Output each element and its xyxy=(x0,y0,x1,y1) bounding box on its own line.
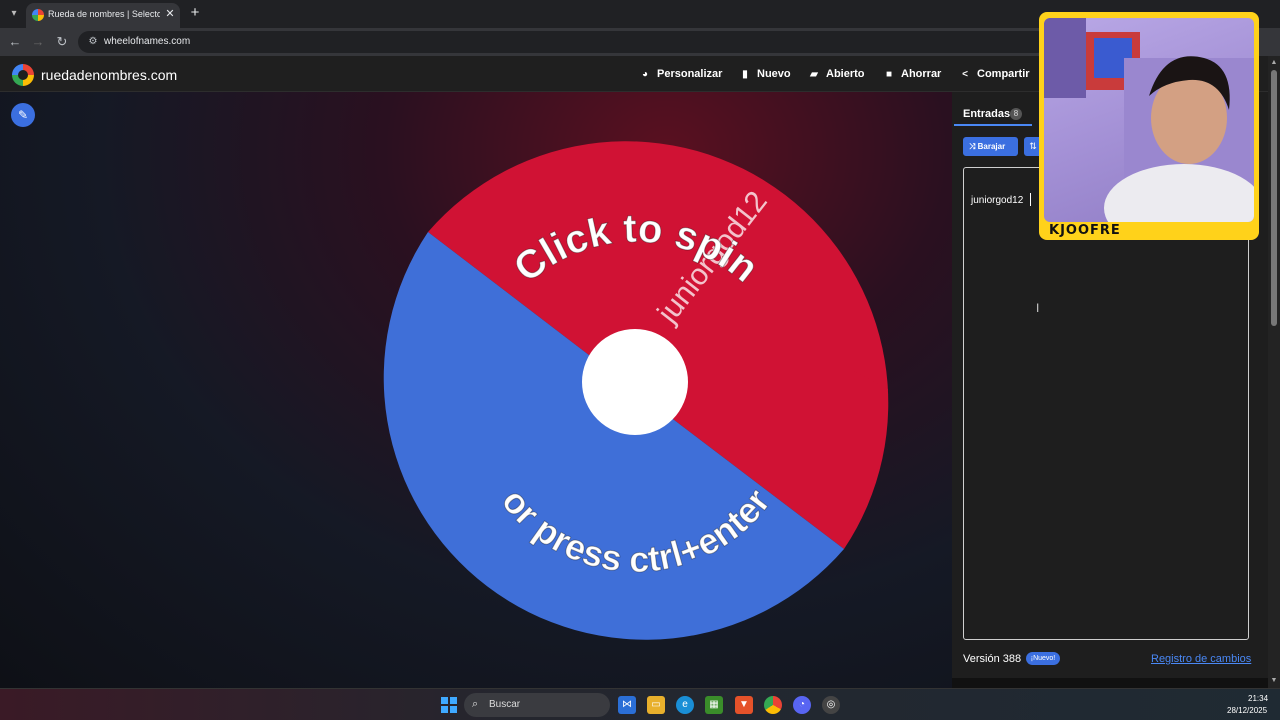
menu-label: Ahorrar xyxy=(901,68,942,80)
changelog-link[interactable]: Registro de cambios xyxy=(1151,653,1251,665)
search-placeholder: Buscar xyxy=(489,699,521,710)
taskbar-search[interactable]: ⌕ Buscar xyxy=(464,693,610,717)
brave-browser-icon[interactable]: ▼ xyxy=(735,696,753,714)
site-info-icon[interactable]: ⚙ xyxy=(86,35,100,49)
browser-tab[interactable]: Rueda de nombres | Selector de ✕ xyxy=(26,3,180,28)
edit-pencil-icon[interactable]: ✎ xyxy=(11,103,35,127)
windows-start-icon[interactable] xyxy=(440,696,458,714)
scroll-up-icon[interactable]: ▲ xyxy=(1270,59,1278,67)
chrome-browser-icon[interactable] xyxy=(764,696,782,714)
palette-icon: ◕ xyxy=(641,69,649,80)
ibeam-cursor-icon: I xyxy=(1036,301,1040,315)
folder-open-icon: ▰ xyxy=(810,69,818,80)
back-arrow-icon[interactable]: ← xyxy=(7,33,23,51)
entry-line: juniorgod12 xyxy=(971,195,1024,206)
clock-date[interactable]: 28/12/2025 xyxy=(1227,706,1267,715)
shuffle-label: Barajar xyxy=(977,142,1006,151)
clock-time[interactable]: 21:34 xyxy=(1248,694,1268,703)
wheel-stage: ✎ juniorgod12 Click to spin or press ctr… xyxy=(0,92,952,688)
menu-personalizar[interactable]: ◕ Personalizar xyxy=(638,68,722,82)
scroll-down-icon[interactable]: ▼ xyxy=(1270,677,1278,685)
tab-entradas[interactable]: Entradas xyxy=(963,108,1010,120)
minecraft-icon[interactable]: ▦ xyxy=(705,696,723,714)
os-taskbar: ⌕ Buscar ⋈ ▭ e ▦ ▼ ◔ ◎ 21:34 28/12/2025 xyxy=(0,688,1280,720)
new-tab-button[interactable]: + xyxy=(188,5,202,21)
tab-close-icon[interactable]: ✕ xyxy=(164,7,176,21)
text-caret xyxy=(1030,193,1031,206)
file-icon: ▮ xyxy=(742,69,748,80)
wheel-logo-icon[interactable] xyxy=(12,64,34,86)
forward-arrow-icon[interactable]: → xyxy=(30,33,46,51)
site-favicon-icon xyxy=(32,9,44,21)
save-icon: ■ xyxy=(885,69,893,80)
file-explorer-icon[interactable]: ▭ xyxy=(647,696,665,714)
menu-label: Compartir xyxy=(977,68,1030,80)
tab-search-chevron-icon[interactable]: ▾ xyxy=(6,6,22,22)
menu-compartir[interactable]: < Compartir xyxy=(958,68,1030,82)
menu-label: Personalizar xyxy=(657,68,723,80)
obs-icon[interactable]: ◎ xyxy=(822,696,840,714)
entries-count-badge: 8 xyxy=(1010,108,1022,120)
version-text: Versión 388 xyxy=(963,653,1022,665)
url-text: wheelofnames.com xyxy=(104,36,191,47)
spin-wheel[interactable]: juniorgod12 Click to spin or press ctrl+… xyxy=(366,121,906,661)
wheel-center-hub[interactable] xyxy=(582,329,688,435)
discord-icon[interactable]: ◔ xyxy=(793,696,811,714)
active-tab-indicator xyxy=(954,124,1032,126)
menu-label: Abierto xyxy=(826,68,865,80)
shuffle-button[interactable]: ⤨ Barajar xyxy=(963,137,1018,156)
webcam-video xyxy=(1044,18,1254,222)
menu-abierto[interactable]: ▰ Abierto xyxy=(807,68,865,82)
menu-ahorrar[interactable]: ■ Ahorrar xyxy=(882,68,941,82)
webcam-overlay: KJOOFRE xyxy=(1039,12,1259,240)
new-badge: ¡Nuevo! xyxy=(1026,652,1060,665)
scroll-thumb[interactable] xyxy=(1271,70,1277,326)
reload-icon[interactable]: ↻ xyxy=(54,33,70,51)
menu-label: Nuevo xyxy=(757,68,791,80)
site-logo-text[interactable]: ruedadenombres.com xyxy=(41,67,177,83)
menu-nuevo[interactable]: ▮ Nuevo xyxy=(738,68,791,82)
streamer-figure xyxy=(1044,18,1254,222)
address-bar[interactable]: ⚙ wheelofnames.com xyxy=(78,31,1048,53)
search-icon: ⌕ xyxy=(472,698,479,710)
shuffle-icon: ⤨ xyxy=(969,142,978,151)
webcam-name-label: KJOOFRE xyxy=(1049,223,1121,238)
page-scrollbar[interactable]: ▲ ▼ xyxy=(1268,56,1280,688)
tab-title: Rueda de nombres | Selector de xyxy=(48,9,160,19)
share-icon: < xyxy=(962,69,968,80)
visual-studio-icon[interactable]: ⋈ xyxy=(618,696,636,714)
edge-browser-icon[interactable]: e xyxy=(676,696,694,714)
